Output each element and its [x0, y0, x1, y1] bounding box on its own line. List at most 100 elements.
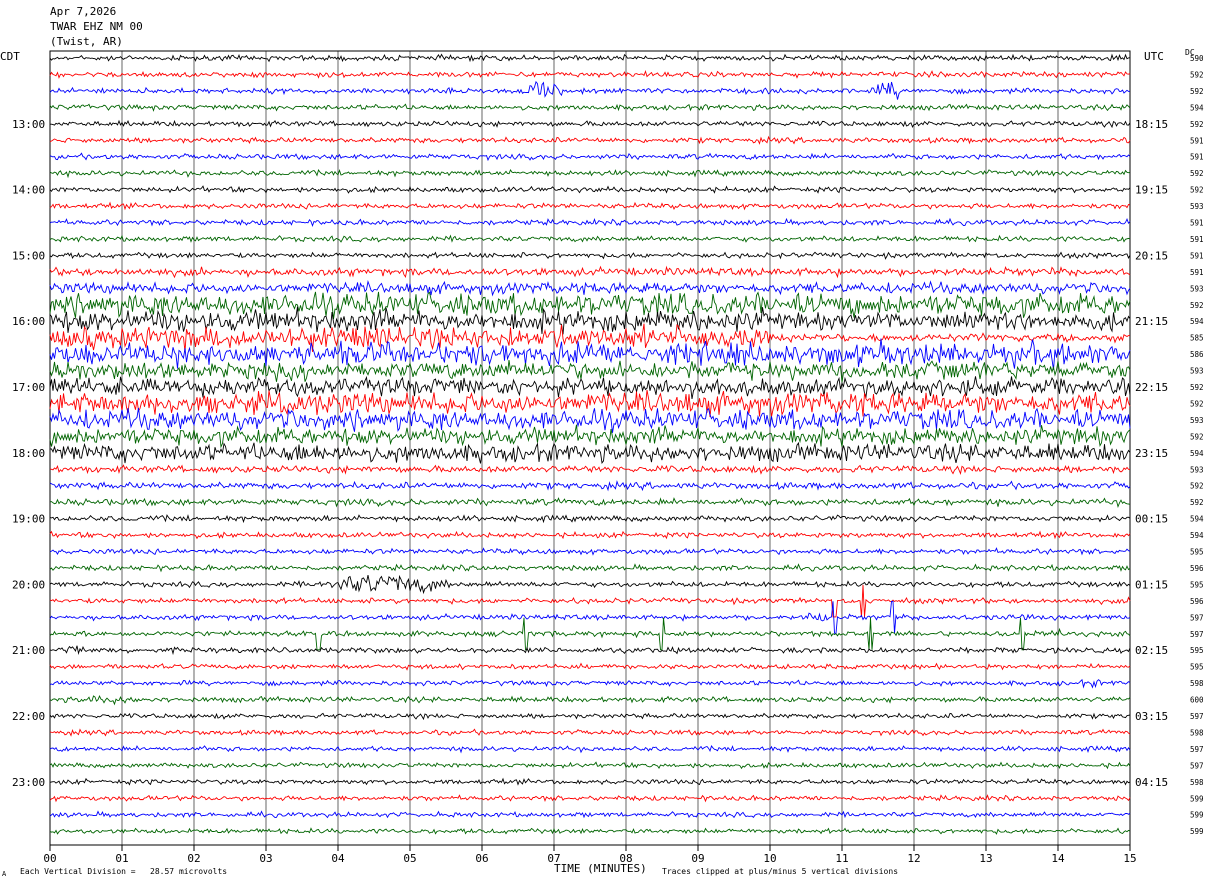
trace-2 — [49, 80, 1131, 100]
dc-value: 592 — [1190, 432, 1204, 441]
dc-value: 594 — [1190, 103, 1204, 112]
dc-value: 593 — [1190, 465, 1204, 474]
x-tick-label-04: 04 — [331, 852, 345, 865]
dc-value: 594 — [1190, 531, 1204, 540]
dc-value: 592 — [1190, 186, 1204, 195]
right-time-label: 00:15 — [1135, 513, 1168, 526]
left-time-label: 22:00 — [12, 710, 45, 723]
dc-value: 592 — [1190, 301, 1204, 310]
dc-value: 597 — [1190, 745, 1204, 754]
right-time-label: 21:15 — [1135, 315, 1168, 328]
trace-4 — [50, 119, 1131, 129]
dc-value: 591 — [1190, 251, 1204, 260]
x-tick-label-09: 09 — [691, 852, 704, 865]
trace-38 — [49, 678, 1131, 689]
dc-value: 592 — [1190, 169, 1204, 178]
header-station: TWAR EHZ NM 00 — [50, 20, 143, 33]
x-tick-label-01: 01 — [115, 852, 128, 865]
trace-20 — [49, 375, 1131, 399]
trace-46 — [49, 810, 1131, 819]
dc-value: 592 — [1190, 70, 1204, 79]
left-time-label: 14:00 — [12, 184, 45, 197]
trace-16 — [49, 306, 1131, 335]
x-tick-label-00: 00 — [43, 852, 56, 865]
trace-6 — [49, 152, 1131, 162]
dc-value: 596 — [1190, 564, 1204, 573]
right-time-labels: 18:15 19:15 20:15 21:15 22:15 23:15 00:15 01:15… — [1135, 118, 1168, 789]
trace-36 — [49, 645, 1131, 656]
dc-value: 591 — [1190, 235, 1204, 244]
trace-33 — [49, 584, 1131, 618]
trace-10 — [49, 217, 1131, 228]
left-time-label: 13:00 — [12, 118, 45, 131]
trace-31 — [49, 563, 1131, 573]
trace-30 — [49, 547, 1131, 556]
right-time-label: 22:15 — [1135, 381, 1168, 394]
x-tick-label-14: 14 — [1051, 852, 1065, 865]
dc-value: 598 — [1190, 778, 1204, 787]
dc-value: 593 — [1190, 284, 1204, 293]
trace-32 — [49, 574, 1131, 595]
x-axis-label: TIME (MINUTES) — [554, 862, 647, 875]
trace-14 — [49, 279, 1131, 297]
x-tick-label-11: 11 — [835, 852, 848, 865]
plot-frame — [49, 50, 1131, 846]
dc-value: 594 — [1190, 317, 1204, 326]
x-tick-label-03: 03 — [259, 852, 272, 865]
trace-37 — [49, 662, 1131, 671]
left-time-labels: 13:00 14:00 15:00 16:00 17:00 18:00 19:00 20:00… — [12, 118, 45, 789]
header-date: Apr 7,2026 — [50, 5, 117, 18]
trace-35 — [49, 617, 1131, 651]
dc-values: 5905925925945925915915925925935915915915… — [1190, 54, 1204, 836]
dc-value: 586 — [1190, 350, 1204, 359]
dc-value: 591 — [1190, 153, 1204, 162]
trace-3 — [49, 103, 1131, 112]
trace-41 — [49, 728, 1131, 737]
trace-28 — [49, 514, 1131, 524]
dc-value: 592 — [1190, 87, 1204, 96]
trace-39 — [49, 695, 1131, 706]
right-time-label: 02:15 — [1135, 644, 1168, 657]
dc-value: 591 — [1190, 136, 1204, 145]
header-location: (Twist, AR) — [50, 35, 123, 48]
footer-marker: A — [2, 870, 7, 878]
dc-value: 595 — [1190, 663, 1204, 672]
footer-scale: Each Vertical Division = 28.57 microvolt… — [20, 867, 228, 876]
x-tick-label-06: 06 — [475, 852, 488, 865]
dc-value: 592 — [1190, 399, 1204, 408]
trace-1 — [49, 69, 1131, 79]
left-axis-label: CDT — [0, 50, 20, 63]
dc-value: 594 — [1190, 449, 1204, 458]
dc-value: 592 — [1190, 482, 1204, 491]
dc-value: 600 — [1190, 696, 1204, 705]
dc-value: 599 — [1190, 811, 1204, 820]
dc-value: 598 — [1190, 728, 1204, 737]
dc-value: 593 — [1190, 416, 1204, 425]
right-time-label: 03:15 — [1135, 710, 1168, 723]
dc-value: 597 — [1190, 712, 1204, 721]
dc-value: 593 — [1190, 367, 1204, 376]
right-time-label: 19:15 — [1135, 184, 1168, 197]
trace-5 — [49, 135, 1131, 145]
left-time-label: 16:00 — [12, 315, 45, 328]
dc-value: 599 — [1190, 827, 1204, 836]
right-axis-label: UTC — [1144, 50, 1164, 63]
right-time-label: 20:15 — [1135, 249, 1168, 262]
trace-21 — [49, 390, 1131, 418]
trace-26 — [49, 480, 1131, 492]
dc-value: 595 — [1190, 646, 1204, 655]
trace-0 — [49, 53, 1131, 63]
trace-15 — [49, 291, 1131, 320]
trace-43 — [49, 761, 1131, 770]
trace-13 — [49, 265, 1131, 279]
dc-value: 591 — [1190, 268, 1204, 277]
dc-value: 585 — [1190, 334, 1204, 343]
dc-value: 592 — [1190, 120, 1204, 129]
left-time-label: 18:00 — [12, 447, 45, 460]
dc-value: 596 — [1190, 597, 1204, 606]
left-time-label: 23:00 — [12, 776, 45, 789]
left-time-label: 20:00 — [12, 578, 45, 591]
footer-clip: Traces clipped at plus/minus 5 vertical … — [662, 867, 899, 876]
left-time-label: 15:00 — [12, 249, 45, 262]
dc-value: 597 — [1190, 630, 1204, 639]
